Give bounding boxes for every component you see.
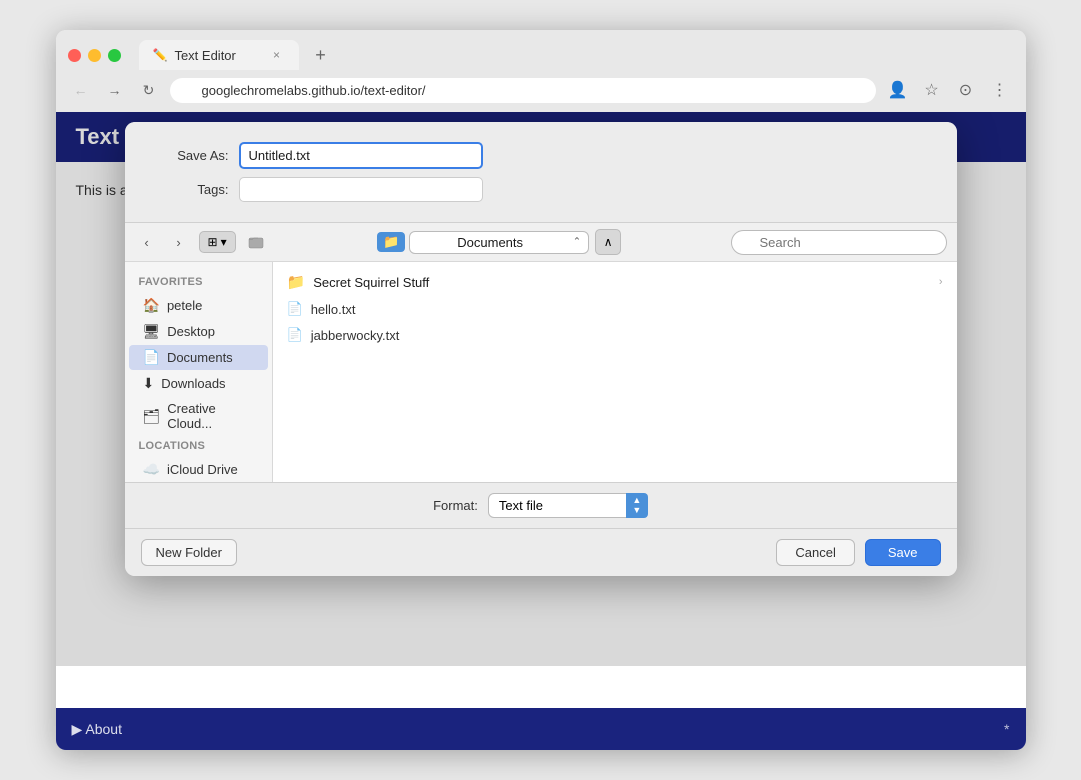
address-wrap: 🔒 — [170, 78, 876, 103]
new-tab-button[interactable]: + — [307, 41, 335, 69]
tab-close-button[interactable]: × — [269, 47, 285, 63]
dialog-browser: ‹ › ⊞ ▾ — [125, 222, 957, 482]
unsaved-indicator: * — [1004, 721, 1009, 737]
search-input[interactable] — [731, 230, 947, 255]
title-bar: ✏️ Text Editor × + — [56, 30, 1026, 70]
back-button[interactable]: ← — [68, 77, 94, 103]
file-item-hello[interactable]: 📄 hello.txt — [273, 296, 957, 322]
window-controls — [68, 49, 121, 62]
dialog-format: Format: Text file HTML file Markdown ▲ ▼ — [125, 482, 957, 528]
address-input[interactable] — [170, 78, 876, 103]
maximize-button[interactable] — [108, 49, 121, 62]
sidebar-item-icloud[interactable]: ☁️ iCloud Drive — [129, 457, 268, 482]
view-arrow-icon: ▾ — [221, 235, 227, 249]
minimize-button[interactable] — [88, 49, 101, 62]
cancel-button[interactable]: Cancel — [776, 539, 854, 566]
folder-icon: 📁 — [287, 273, 306, 291]
tab-title: Text Editor — [174, 48, 235, 63]
bookmark-button[interactable]: ☆ — [918, 76, 946, 104]
address-bar: ← → ↻ 🔒 👤 ☆ ⊙ ⋮ — [56, 70, 1026, 112]
refresh-button[interactable]: ↻ — [136, 77, 162, 103]
save-as-label: Save As: — [149, 148, 229, 163]
tab-icon: ✏️ — [153, 48, 168, 62]
tags-input[interactable] — [239, 177, 483, 202]
desktop-icon: 🖥 — [143, 323, 161, 340]
format-label: Format: — [433, 498, 478, 513]
dialog-bottom: New Folder Cancel Save — [125, 528, 957, 576]
search-wrapper — [731, 230, 947, 255]
folder-select-wrap: 📁 Documents ∧ — [276, 229, 723, 255]
address-actions: 👤 ☆ ⊙ ⋮ — [884, 76, 1014, 104]
chevron-right-icon: › — [939, 276, 943, 288]
sidebar-item-petele[interactable]: 🏠 petele — [129, 293, 268, 318]
sidebar-item-label: Documents — [167, 350, 233, 365]
file-item-secret-squirrel[interactable]: 📁 Secret Squirrel Stuff › — [273, 268, 957, 296]
sidebar-item-downloads[interactable]: ⬇ Downloads — [129, 371, 268, 396]
sidebar-item-label: petele — [167, 298, 202, 313]
menu-button[interactable]: ⋮ — [986, 76, 1014, 104]
locations-label: Locations — [125, 436, 272, 456]
file-name: hello.txt — [311, 302, 356, 317]
sidebar: Favorites 🏠 petele 🖥 Desktop 📄 — [125, 262, 273, 482]
file-item-jabberwocky[interactable]: 📄 jabberwocky.txt — [273, 322, 957, 348]
icloud-icon: ☁️ — [143, 461, 160, 478]
file-list: 📁 Secret Squirrel Stuff › 📄 hello.txt 📄 … — [273, 262, 957, 482]
about-toggle[interactable]: ▶ About — [72, 721, 122, 738]
new-folder-button[interactable]: New Folder — [141, 539, 237, 566]
file-name: jabberwocky.txt — [311, 328, 400, 343]
cloud-folder-icon: 🗂 — [143, 408, 161, 425]
sidebar-item-label: iCloud Drive — [167, 462, 238, 477]
dialog-back-button[interactable]: ‹ — [135, 230, 159, 254]
format-select[interactable]: Text file HTML file Markdown — [488, 493, 648, 518]
tags-row: Tags: — [149, 177, 933, 202]
home-icon: 🏠 — [143, 297, 160, 314]
view-icon: ⊞ — [208, 235, 218, 249]
sidebar-item-label: Creative Cloud... — [167, 401, 253, 431]
documents-icon: 📄 — [143, 349, 160, 366]
sidebar-item-documents[interactable]: 📄 Documents — [129, 345, 268, 370]
tags-label: Tags: — [149, 182, 229, 197]
save-button[interactable]: Save — [865, 539, 941, 566]
format-select-wrapper: Text file HTML file Markdown ▲ ▼ — [488, 493, 648, 518]
save-as-row: Save As: — [149, 142, 933, 169]
profile-button[interactable]: ⊙ — [952, 76, 980, 104]
dialog-forward-button[interactable]: › — [167, 230, 191, 254]
expand-button[interactable]: ∧ — [595, 229, 621, 255]
dialog-toolbar: ‹ › ⊞ ▾ — [125, 223, 957, 262]
file-name: Secret Squirrel Stuff — [313, 275, 429, 290]
browser-window: ✏️ Text Editor × + ← → ↻ 🔒 👤 ☆ ⊙ ⋮ Text … — [56, 30, 1026, 750]
dialog-top: Save As: Tags: — [125, 122, 957, 222]
text-file-icon: 📄 — [287, 301, 303, 317]
tab-row: ✏️ Text Editor × + — [68, 40, 1014, 70]
downloads-icon: ⬇ — [143, 375, 155, 392]
close-button[interactable] — [68, 49, 81, 62]
bottom-bar: ▶ About * — [56, 708, 1026, 750]
dialog-action-buttons: Cancel Save — [776, 539, 940, 566]
new-folder-toolbar-button[interactable] — [244, 230, 268, 254]
text-file-icon: 📄 — [287, 327, 303, 343]
dialog-overlay: Save As: Tags: ‹ › ⊞ — [56, 112, 1026, 666]
favorites-label: Favorites — [125, 272, 272, 292]
dialog-body: Favorites 🏠 petele 🖥 Desktop 📄 — [125, 262, 957, 482]
forward-button[interactable]: → — [102, 77, 128, 103]
sidebar-item-desktop[interactable]: 🖥 Desktop — [129, 319, 268, 344]
sidebar-item-label: Desktop — [167, 324, 215, 339]
location-dropdown[interactable]: Documents — [409, 231, 589, 254]
save-dialog: Save As: Tags: ‹ › ⊞ — [125, 122, 957, 576]
account-button[interactable]: 👤 — [884, 76, 912, 104]
view-toggle-button[interactable]: ⊞ ▾ — [199, 231, 236, 253]
sidebar-item-label: Downloads — [161, 376, 225, 391]
sidebar-item-creative-cloud[interactable]: 🗂 Creative Cloud... — [129, 397, 268, 435]
save-as-input[interactable] — [239, 142, 483, 169]
folder-select-wrapper: 📁 Documents — [377, 229, 589, 255]
browser-tab[interactable]: ✏️ Text Editor × — [139, 40, 299, 70]
browser-content: Text File This is a n Save As: Tags: — [56, 112, 1026, 708]
